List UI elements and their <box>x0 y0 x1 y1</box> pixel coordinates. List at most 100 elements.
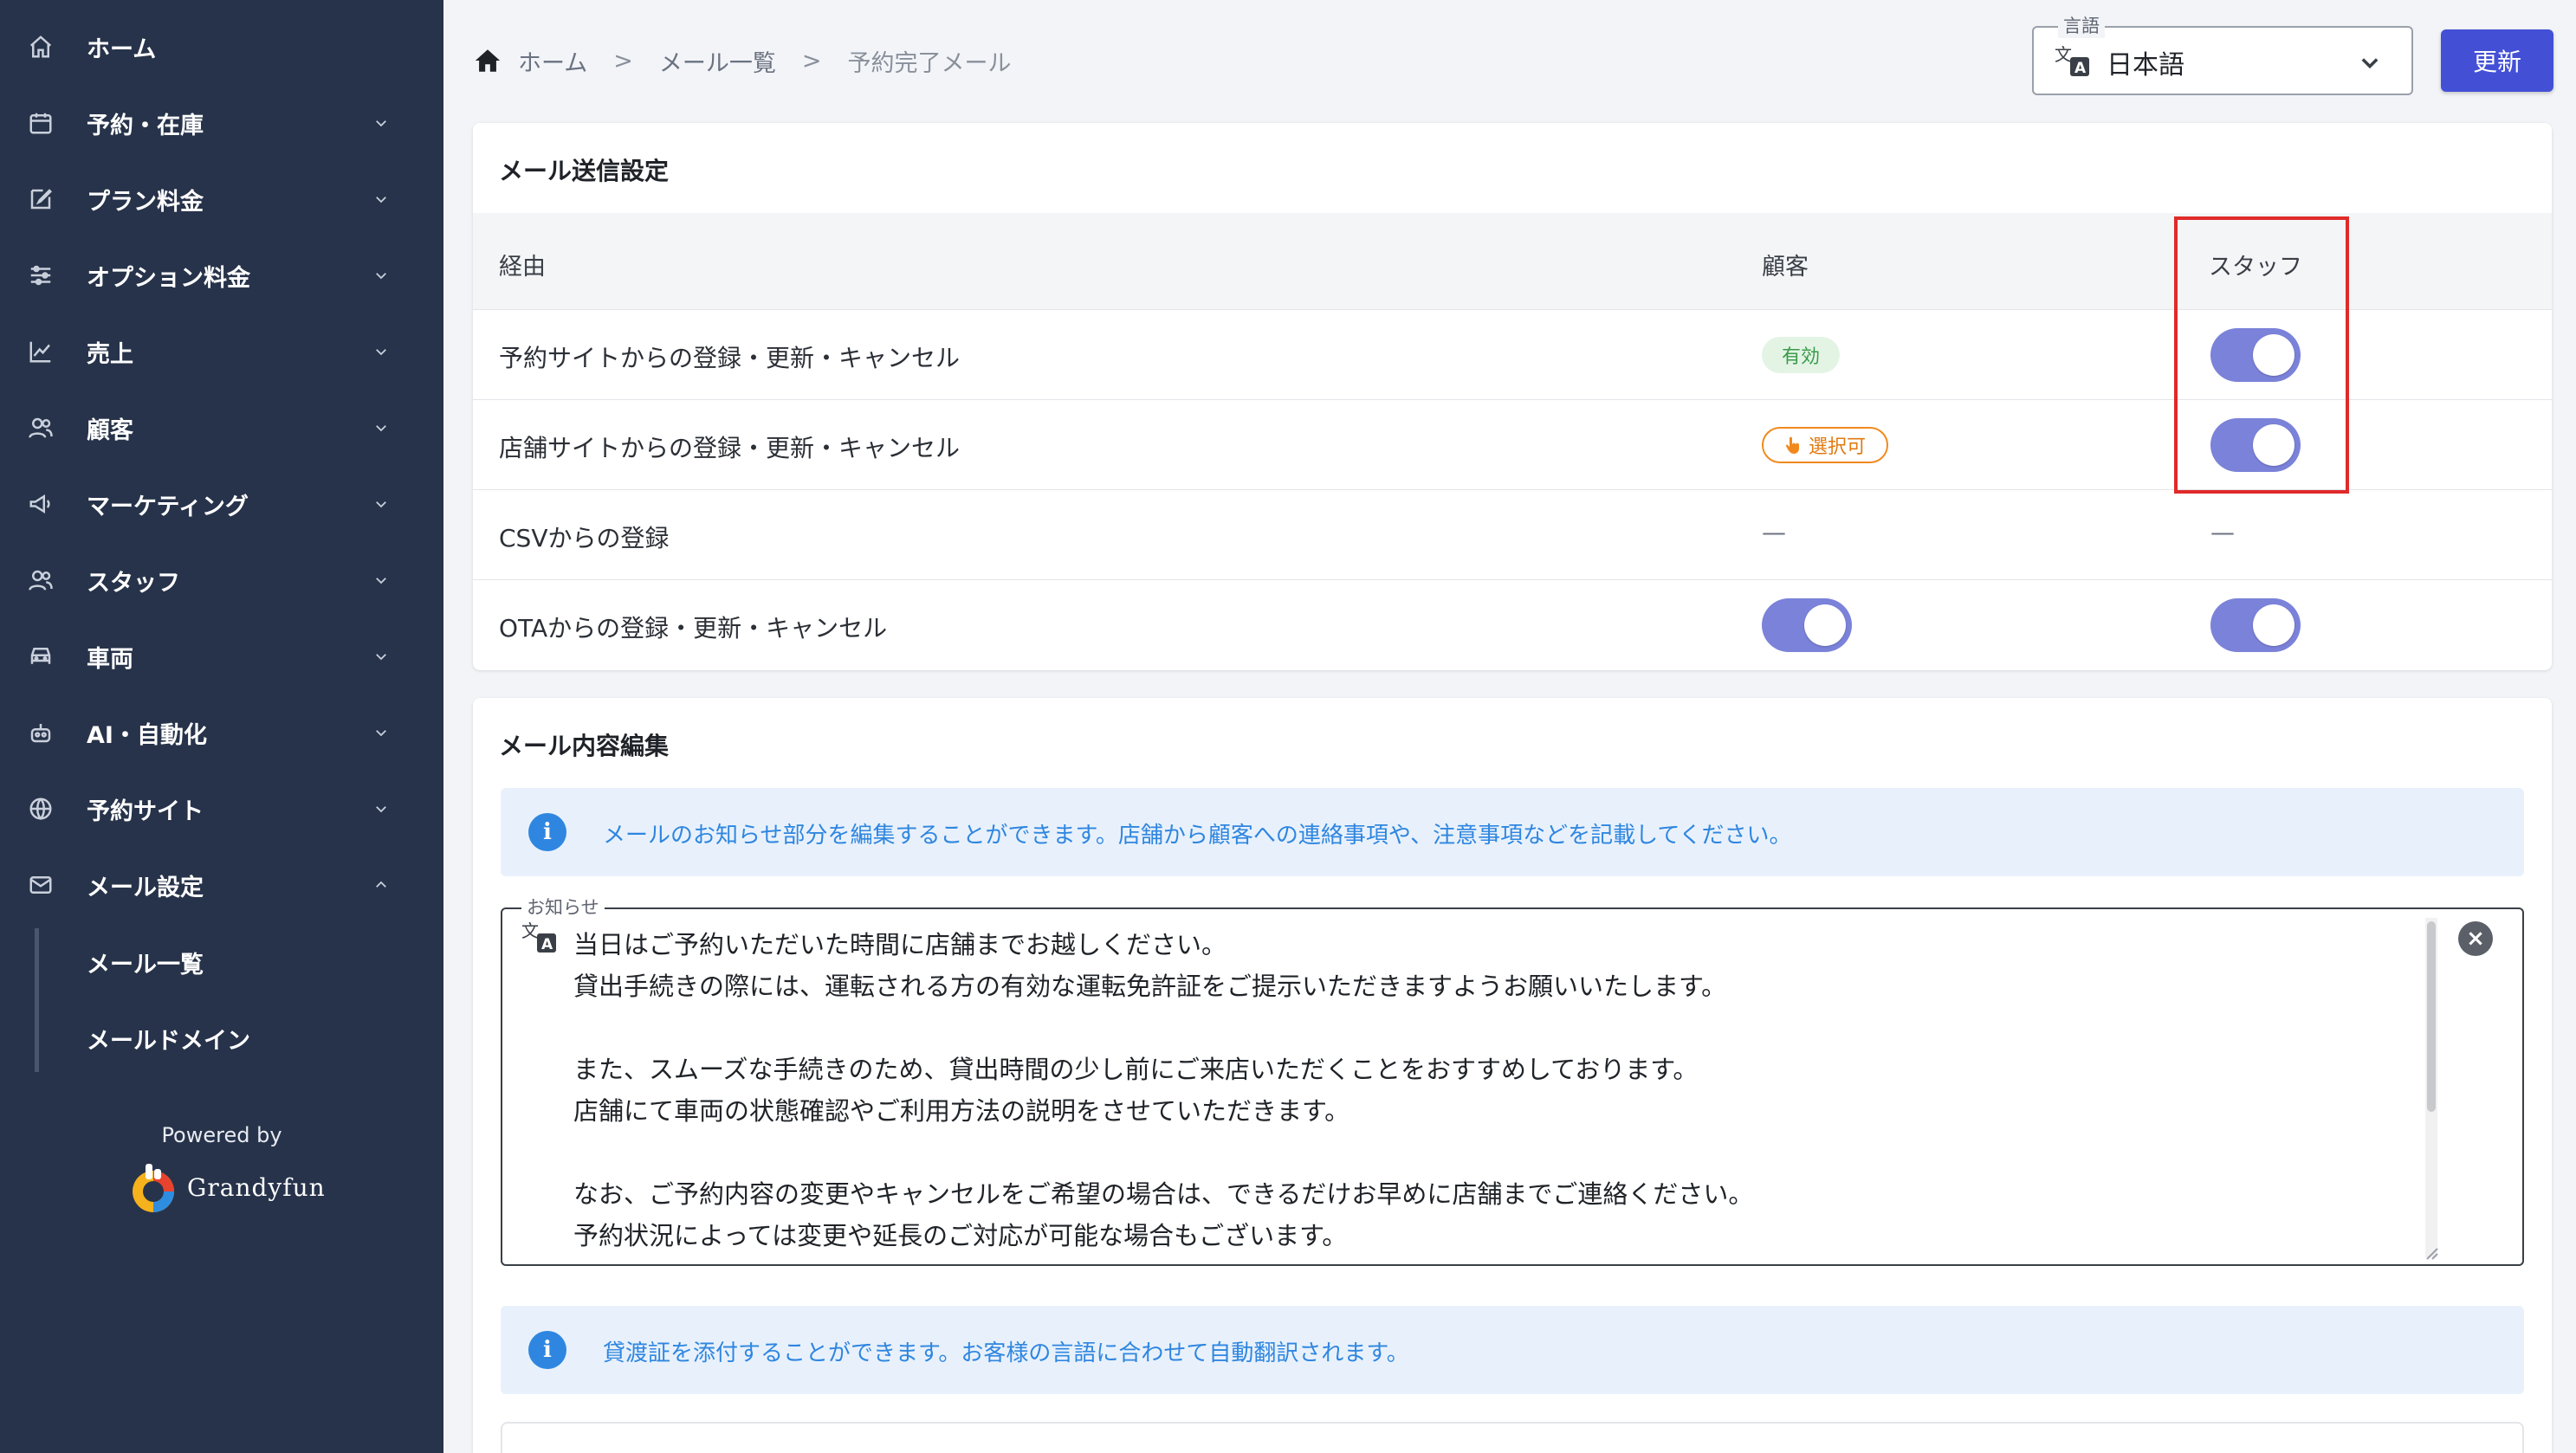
svg-text:文: 文 <box>2055 44 2072 65</box>
staff-icon <box>26 565 55 595</box>
chart-icon <box>26 337 55 366</box>
chevron-down-icon <box>372 572 390 589</box>
notice-line: 当日はご予約いただいた時間に店舗までお越しください。 <box>573 930 1227 959</box>
table-row: CSVからの登録 — — <box>473 490 2552 580</box>
info-alert: i メールのお知らせ部分を編集することができます。店舗から顧客への連絡事項や、注… <box>501 788 2524 876</box>
mail-icon <box>26 870 55 900</box>
chevron-down-icon <box>372 495 390 513</box>
notice-line: なお、ご予約内容の変更やキャンセルをご希望の場合は、できるだけお早めに店舗までご… <box>573 1179 1754 1209</box>
hand-pointer-icon <box>1785 436 1799 454</box>
resize-handle-icon[interactable] <box>2422 1243 2439 1261</box>
sidebar-item-plan-pricing[interactable]: プラン料金 <box>0 165 443 234</box>
table-row: OTAからの登録・更新・キャンセル <box>473 580 2552 670</box>
home-icon[interactable] <box>473 46 502 75</box>
users-icon <box>26 413 55 442</box>
breadcrumb-mail-list[interactable]: メール一覧 <box>659 44 776 78</box>
chevron-down-icon <box>372 343 390 360</box>
staff-toggle[interactable] <box>2210 598 2301 652</box>
sidebar-item-label: メール設定 <box>87 874 204 901</box>
staff-column-highlight <box>2174 216 2349 494</box>
chevron-down-icon <box>372 648 390 665</box>
chevron-up-icon <box>372 876 390 894</box>
sidebar-item-label: オプション料金 <box>87 264 250 292</box>
submenu-indicator <box>35 928 39 1072</box>
sidebar-item-label: スタッフ <box>87 569 180 597</box>
chevron-down-icon <box>372 724 390 741</box>
sidebar-item-label: 売上 <box>87 340 133 368</box>
sidebar-item-booking-site[interactable]: 予約サイト <box>0 774 443 843</box>
breadcrumb-home[interactable]: ホーム <box>518 44 587 78</box>
language-select-value: 日本語 <box>2107 50 2184 81</box>
row-label: 店舗サイトからの登録・更新・キャンセル <box>499 434 961 462</box>
notice-textarea-label: お知らせ <box>521 894 605 920</box>
info-alert: i 貸渡証を添付することができます。お客様の言語に合わせて自動翻訳されます。 <box>501 1306 2524 1394</box>
textarea-scrollbar-thumb[interactable] <box>2427 921 2436 1112</box>
clear-icon[interactable]: × <box>2458 921 2493 956</box>
update-button[interactable]: 更新 <box>2441 29 2553 92</box>
info-icon: i <box>528 1331 566 1369</box>
sidebar-subitem-mail-list[interactable]: メール一覧 <box>87 946 204 979</box>
sidebar-item-label: 車両 <box>87 645 133 673</box>
toggle-knob <box>2253 604 2294 646</box>
info-icon: i <box>528 813 566 851</box>
sidebar-item-mail-settings[interactable]: メール設定 <box>0 850 443 920</box>
chevron-down-icon <box>372 419 390 436</box>
brand-name: Grandyfun <box>187 1172 326 1202</box>
globe-icon <box>26 794 55 823</box>
powered-by-label: Powered by <box>161 1123 282 1147</box>
status-badge-label: 選択可 <box>1808 436 1866 458</box>
calendar-icon <box>26 108 55 138</box>
language-select-label: 言語 <box>2058 12 2105 38</box>
breadcrumb: ホーム > メール一覧 > 予約完了メール <box>473 43 1011 78</box>
notice-line: 予約状況によっては変更や延長のご対応が可能な場合もございます。 <box>573 1221 1348 1250</box>
chevron-down-icon[interactable] <box>2358 50 2382 74</box>
notice-textarea[interactable] <box>501 907 2524 1266</box>
breadcrumb-current: 予約完了メール <box>847 49 1012 77</box>
notice-line: 貸出手続きの際には、運転される方の有効な運転免許証をご提示いただきますようお願い… <box>573 972 1727 1001</box>
chevron-down-icon <box>372 800 390 817</box>
sidebar-item-sales[interactable]: 売上 <box>0 317 443 386</box>
sidebar-item-label: 予約サイト <box>87 798 204 825</box>
next-section-card <box>501 1422 2524 1453</box>
sidebar-item-label: AI・自動化 <box>87 721 207 749</box>
sidebar-item-customers[interactable]: 顧客 <box>0 393 443 462</box>
car-icon <box>26 642 55 671</box>
breadcrumb-separator: > <box>613 47 633 74</box>
send-settings-title: メール送信設定 <box>499 157 670 185</box>
sidebar-item-home[interactable]: ホーム <box>0 12 443 81</box>
sidebar: ホーム 予約・在庫 プラン料金 オプション料金 売上 顧客 マーケティング スタ… <box>0 0 443 1453</box>
home-icon <box>26 32 55 61</box>
row-label: OTAからの登録・更新・キャンセル <box>499 614 888 643</box>
row-label: CSVからの登録 <box>499 524 670 552</box>
sidebar-item-staff[interactable]: スタッフ <box>0 546 443 615</box>
sidebar-item-marketing[interactable]: マーケティング <box>0 469 443 539</box>
svg-text:A: A <box>2074 60 2087 77</box>
grandyfun-logo-icon <box>133 1164 174 1212</box>
content-edit-title: メール内容編集 <box>499 732 670 760</box>
svg-text:文: 文 <box>521 920 539 941</box>
brand-logo: Grandyfun <box>128 1160 326 1214</box>
status-badge-selectable: 選択可 <box>1762 427 1888 463</box>
sidebar-item-label: 予約・在庫 <box>87 112 204 139</box>
sidebar-item-reservations[interactable]: 予約・在庫 <box>0 88 443 158</box>
svg-text:A: A <box>541 936 553 953</box>
translate-icon: 文 A <box>2055 44 2089 77</box>
sidebar-subitem-mail-domain[interactable]: メールドメイン <box>87 1022 250 1056</box>
breadcrumb-separator: > <box>801 47 822 74</box>
sidebar-item-vehicles[interactable]: 車両 <box>0 622 443 691</box>
customer-toggle[interactable] <box>1762 598 1852 652</box>
info-alert-text: 貸渡証を添付することができます。お客様の言語に合わせて自動翻訳されます。 <box>603 1340 1409 1366</box>
chevron-down-icon <box>372 191 390 208</box>
sidebar-item-label: 顧客 <box>87 417 133 444</box>
column-header-customer: 顧客 <box>1762 254 1809 281</box>
sidebar-item-option-pricing[interactable]: オプション料金 <box>0 241 443 310</box>
status-badge-enabled: 有効 <box>1762 337 1840 373</box>
sidebar-item-ai-automation[interactable]: AI・自動化 <box>0 698 443 767</box>
sidebar-item-label: マーケティング <box>87 493 249 520</box>
sliders-icon <box>26 261 55 290</box>
translate-icon[interactable]: 文 A <box>520 920 558 954</box>
chevron-down-icon <box>372 114 390 132</box>
toggle-knob <box>1804 604 1846 646</box>
sidebar-item-label: ホーム <box>87 36 157 63</box>
info-alert-text: メールのお知らせ部分を編集することができます。店舗から顧客への連絡事項や、注意事… <box>603 823 1792 849</box>
